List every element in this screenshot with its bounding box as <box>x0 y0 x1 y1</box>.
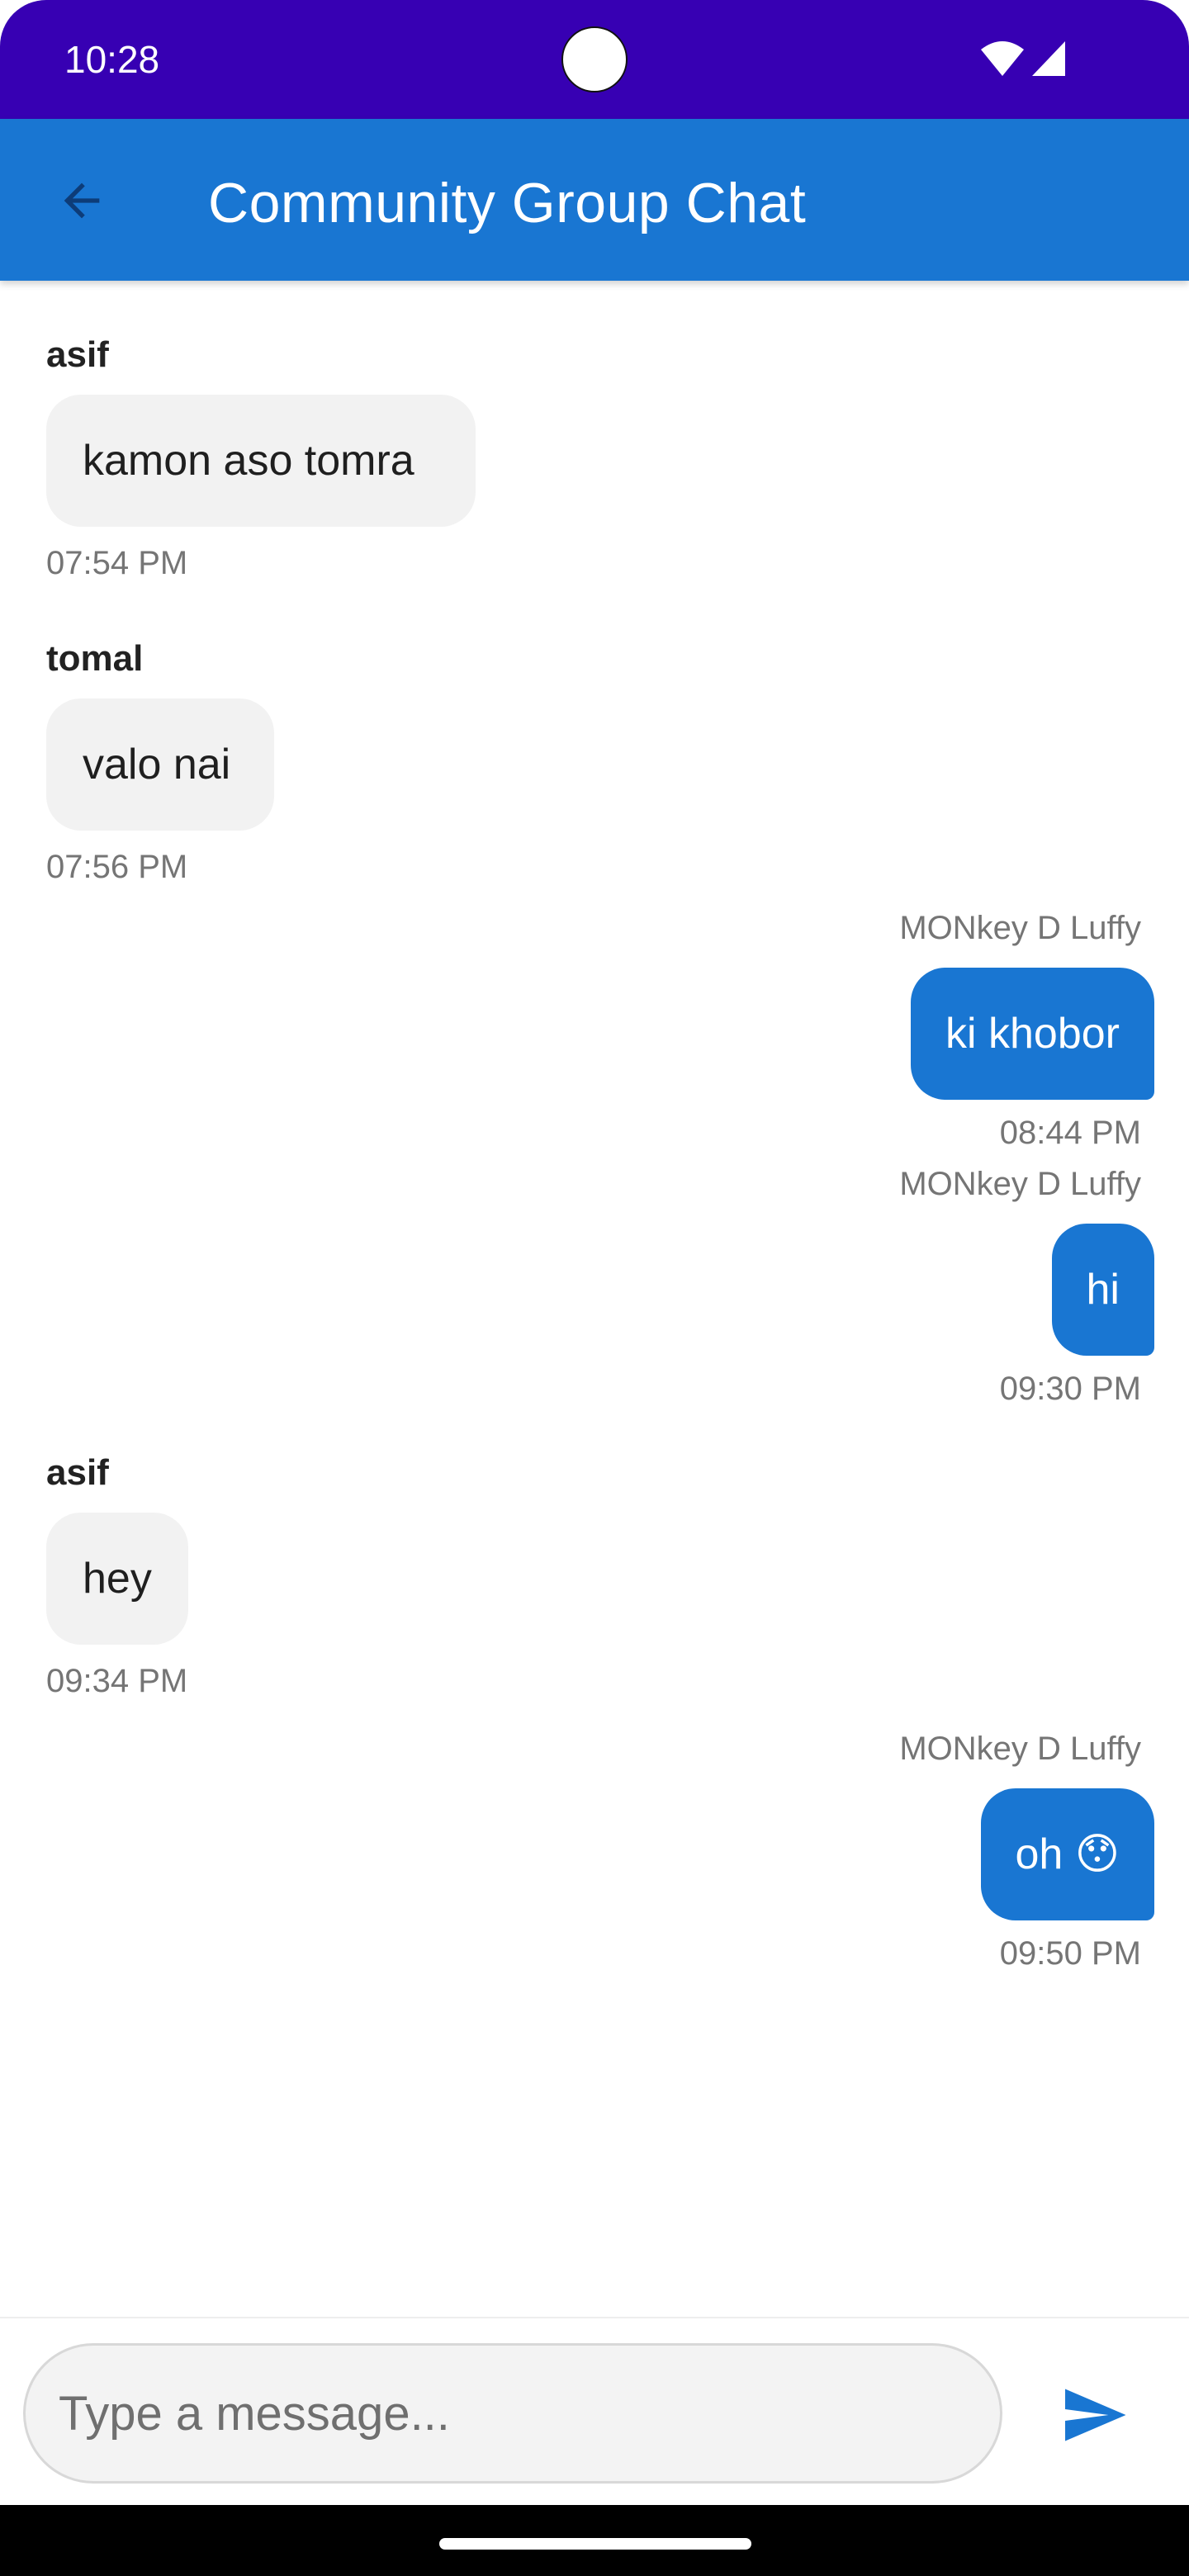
message-list[interactable]: asif kamon aso tomra 07:54 PM tomal valo… <box>0 281 1189 2317</box>
message-item: tomal valo nai 07:56 PM <box>0 586 1189 890</box>
status-bar: 10:28 <box>0 0 1189 119</box>
send-button[interactable] <box>1049 2370 1139 2460</box>
message-bubble[interactable]: valo nai <box>46 698 274 831</box>
message-sender: MONkey D Luffy <box>899 910 1141 946</box>
message-sender: MONkey D Luffy <box>899 1166 1141 1202</box>
home-indicator[interactable] <box>439 2538 751 2550</box>
message-time: 09:50 PM <box>999 1935 1141 1972</box>
navigation-bar <box>0 2505 1189 2576</box>
arrow-back-icon <box>64 182 100 219</box>
message-bubble[interactable]: hey <box>46 1513 188 1645</box>
message-bubble[interactable]: ki khobor <box>911 968 1154 1100</box>
message-bubble[interactable]: oh 😯 <box>980 1788 1154 1920</box>
message-time: 09:30 PM <box>999 1371 1141 1407</box>
message-item: asif kamon aso tomra 07:54 PM <box>0 281 1189 586</box>
message-item: MONkey D Luffy oh 😯 09:50 PM <box>0 1707 1189 1972</box>
message-composer <box>0 2317 1189 2505</box>
message-time: 07:54 PM <box>46 545 188 581</box>
message-sender: MONkey D Luffy <box>899 1731 1141 1767</box>
message-sender: asif <box>46 334 109 375</box>
message-time: 09:34 PM <box>46 1663 188 1699</box>
message-time: 07:56 PM <box>46 849 188 885</box>
message-sender: asif <box>46 1452 109 1493</box>
app-bar: Community Group Chat <box>0 119 1189 281</box>
message-item: MONkey D Luffy hi 09:30 PM <box>0 1148 1189 1407</box>
wifi-icon <box>981 41 1024 76</box>
message-input[interactable] <box>23 2343 1002 2484</box>
message-sender: tomal <box>46 638 144 679</box>
message-item: MONkey D Luffy ki khobor 08:44 PM <box>0 890 1189 1151</box>
message-bubble[interactable]: kamon aso tomra <box>46 395 476 527</box>
page-title: Community Group Chat <box>208 172 807 234</box>
cellular-signal-icon <box>1032 41 1065 76</box>
back-button[interactable] <box>45 163 119 238</box>
chat-screen: 10:28 Community Group Chat asif kamon as… <box>0 0 1189 2576</box>
camera-cutout <box>561 26 628 92</box>
message-time: 08:44 PM <box>999 1115 1141 1151</box>
message-item: asif hey 09:34 PM <box>0 1404 1189 1707</box>
message-bubble[interactable]: hi <box>1051 1224 1154 1356</box>
status-time: 10:28 <box>64 38 160 81</box>
send-icon <box>1065 2389 1126 2441</box>
